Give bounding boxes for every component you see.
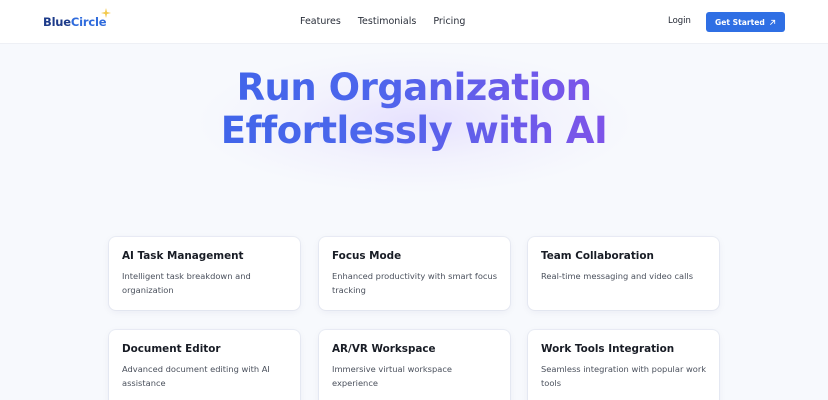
feature-description: Intelligent task breakdown and organizat… bbox=[122, 271, 251, 295]
nav-link-testimonials[interactable]: Testimonials bbox=[358, 16, 416, 27]
hero-line-1: Run Organization bbox=[0, 66, 828, 109]
login-link[interactable]: Login bbox=[668, 16, 691, 26]
landing-page: Blue Circle Features Testimonials Pricing… bbox=[0, 0, 828, 400]
nav-link-pricing[interactable]: Pricing bbox=[433, 16, 465, 27]
feature-title: Document Editor bbox=[122, 343, 221, 355]
feature-card-focus-mode[interactable]: Focus Mode Enhanced productivity with sm… bbox=[319, 237, 510, 310]
feature-description: Enhanced productivity with smart focus t… bbox=[332, 271, 498, 295]
brand-name-part1: Blue bbox=[43, 15, 71, 29]
feature-title: AR/VR Workspace bbox=[332, 343, 436, 355]
main-nav: Features Testimonials Pricing bbox=[300, 16, 465, 27]
feature-description: Real-time messaging and video calls bbox=[541, 271, 694, 281]
top-navbar: Blue Circle Features Testimonials Pricing… bbox=[0, 0, 828, 44]
nav-link-features[interactable]: Features bbox=[300, 16, 341, 27]
hero-headline: Run Organization Effortlessly with AI bbox=[0, 66, 828, 152]
brand-logo[interactable]: Blue Circle bbox=[43, 8, 111, 29]
sparkle-icon bbox=[101, 8, 111, 18]
feature-card-ar-vr-workspace[interactable]: AR/VR Workspace Immersive virtual worksp… bbox=[319, 330, 510, 400]
hero-line-2: Effortlessly with AI bbox=[0, 109, 828, 152]
feature-title: Focus Mode bbox=[332, 250, 402, 262]
feature-description: Seamless integration with popular work t… bbox=[541, 364, 707, 388]
feature-card-ai-task-management[interactable]: AI Task Management Intelligent task brea… bbox=[109, 237, 300, 310]
feature-description: Immersive virtual workspace experience bbox=[332, 364, 452, 388]
feature-description: Advanced document editing with AI assist… bbox=[122, 364, 270, 388]
feature-card-document-editor[interactable]: Document Editor Advanced document editin… bbox=[109, 330, 300, 400]
feature-card-work-tools-integration[interactable]: Work Tools Integration Seamless integrat… bbox=[528, 330, 719, 400]
feature-title: Team Collaboration bbox=[541, 250, 654, 262]
feature-card-team-collaboration[interactable]: Team Collaboration Real-time messaging a… bbox=[528, 237, 719, 310]
get-started-label: Get Started bbox=[715, 17, 765, 27]
feature-title: AI Task Management bbox=[122, 250, 244, 262]
arrow-up-right-icon bbox=[770, 19, 776, 25]
get-started-button[interactable]: Get Started bbox=[706, 12, 785, 32]
feature-title: Work Tools Integration bbox=[541, 343, 675, 355]
